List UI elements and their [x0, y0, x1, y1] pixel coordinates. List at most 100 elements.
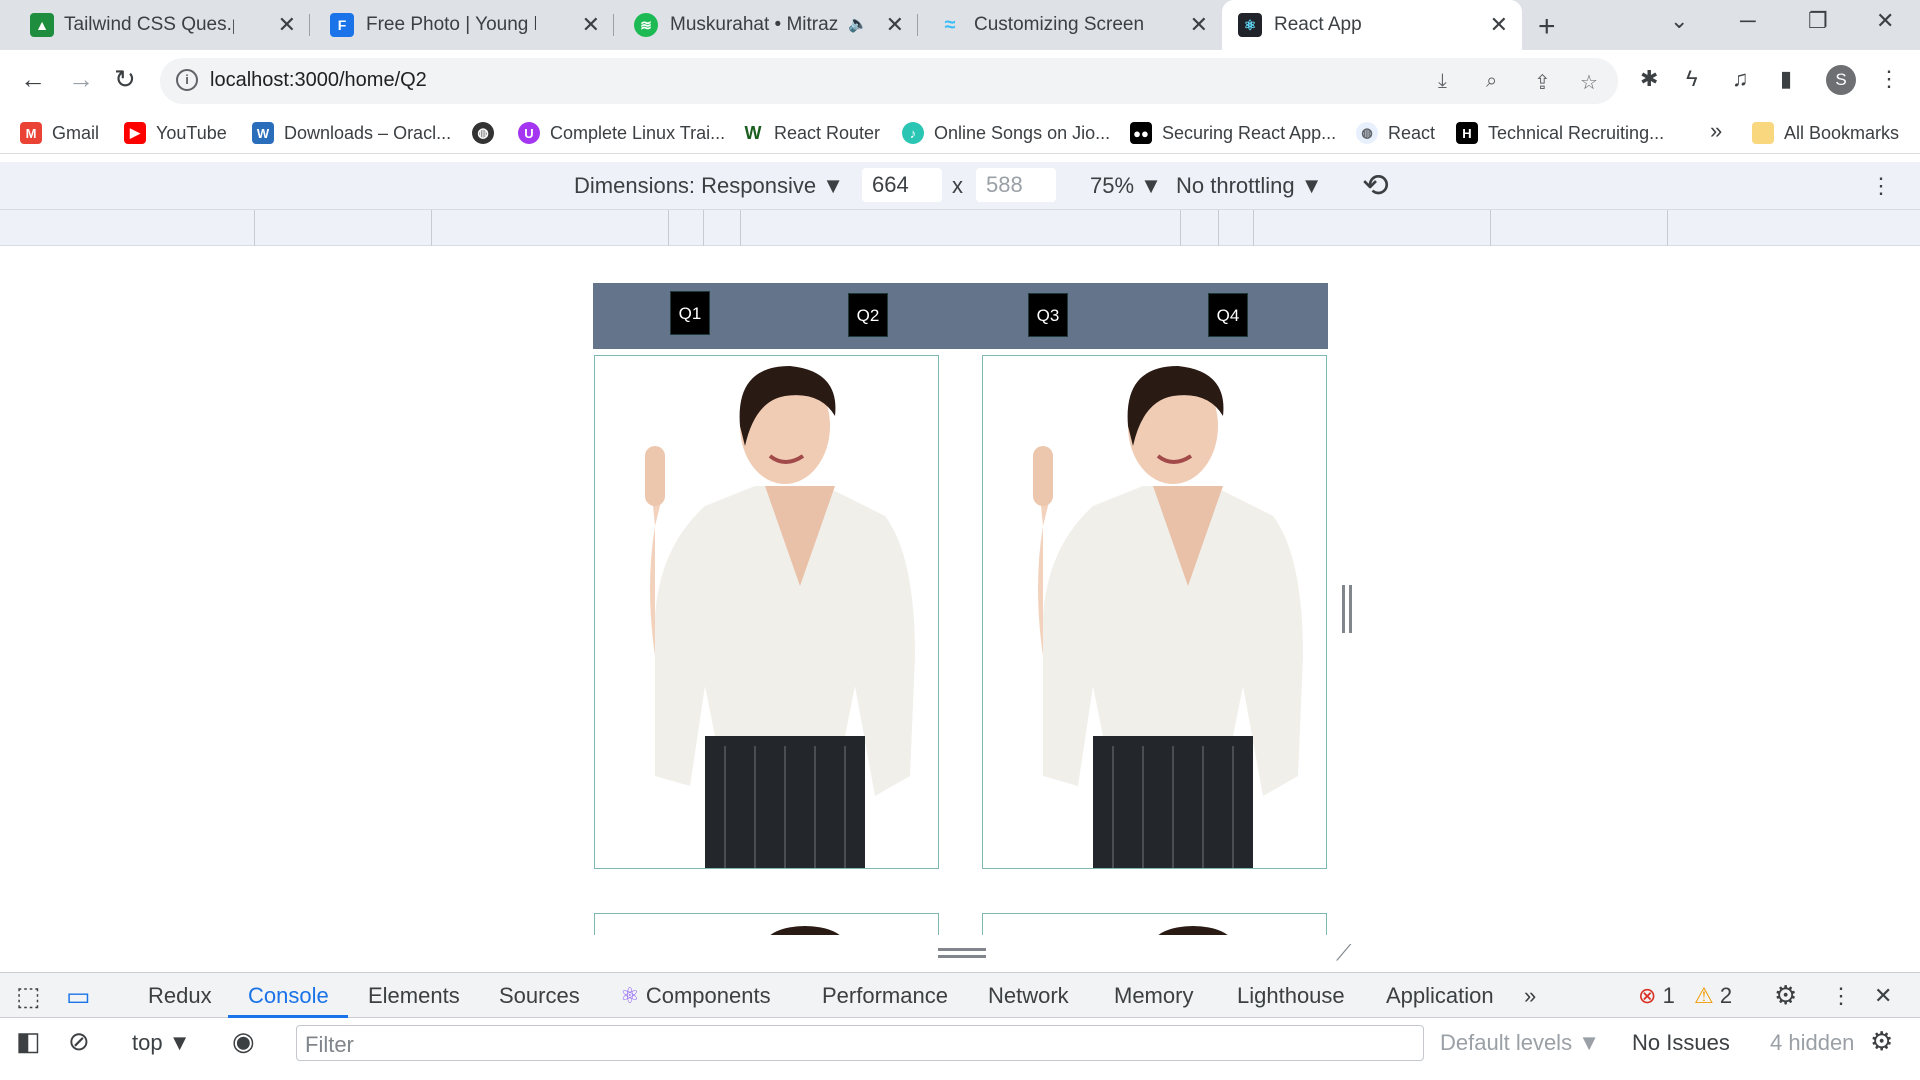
context-select[interactable]: top ▼	[132, 1030, 191, 1056]
tab-redux[interactable]: Redux	[148, 983, 212, 1009]
close-tab-icon[interactable]: ✕	[886, 12, 904, 38]
restore-button[interactable]: ❐	[1808, 8, 1828, 34]
nav-q2-button[interactable]: Q2	[848, 293, 888, 337]
device-toggle-icon[interactable]: ▭	[66, 981, 91, 1012]
close-tab-icon[interactable]: ✕	[1490, 12, 1508, 38]
issues-counter[interactable]: No Issues	[1632, 1030, 1730, 1056]
height-input[interactable]: 588	[976, 168, 1056, 202]
tab-components[interactable]: ⚛ Components	[620, 983, 771, 1009]
profile-avatar[interactable]: S	[1826, 65, 1856, 95]
address-bar[interactable]: i localhost:3000/home/Q2 ⤓ ⌕ ⇪ ☆	[160, 58, 1618, 104]
ruler-tick	[1180, 210, 1181, 246]
image-card	[594, 913, 939, 935]
bookmark-medium[interactable]: ●● Securing React App...	[1130, 122, 1336, 144]
devtools-menu-icon[interactable]: ⋮	[1830, 983, 1852, 1009]
tab-separator	[309, 14, 310, 36]
question-nav: Q1 Q2 Q3 Q4	[593, 283, 1328, 349]
close-tab-icon[interactable]: ✕	[582, 12, 600, 38]
browser-tab-5[interactable]: ⚛ React App ✕	[1222, 0, 1522, 50]
reload-button[interactable]: ↻	[114, 64, 136, 95]
clear-console-icon[interactable]: ⊘	[68, 1026, 90, 1057]
log-levels-select[interactable]: Default levels ▼	[1440, 1030, 1600, 1056]
youtube-icon: ▶	[124, 122, 146, 144]
live-expression-eye-icon[interactable]: ◉	[232, 1026, 255, 1057]
bookmark-react-router[interactable]: W React Router	[742, 122, 881, 144]
console-settings-icon[interactable]: ⚙	[1870, 1026, 1893, 1057]
warning-count[interactable]: ⚠ 2	[1694, 983, 1732, 1009]
width-input[interactable]: 664	[862, 168, 942, 202]
google-drive-icon: ▲	[30, 13, 54, 37]
bookmark-react[interactable]: ◍ React	[1356, 122, 1435, 144]
more-tabs-button[interactable]: »	[1524, 983, 1536, 1009]
bookmark-gmail[interactable]: M Gmail	[20, 122, 99, 144]
inspect-element-icon[interactable]: ⬚	[16, 981, 41, 1012]
dimensions-select[interactable]: Dimensions: Responsive ▼	[574, 173, 844, 199]
sidebar-toggle-icon[interactable]: ◧	[16, 1026, 41, 1057]
nav-q1-button[interactable]: Q1	[670, 291, 710, 335]
tab-search-icon[interactable]: ⌄	[1670, 8, 1688, 34]
site-info-icon[interactable]: i	[176, 69, 198, 91]
performance-icon[interactable]: ϟ	[1686, 66, 1698, 92]
settings-gear-icon[interactable]: ⚙	[1774, 980, 1797, 1011]
install-app-icon[interactable]: ⤓	[1438, 70, 1447, 93]
close-tab-icon[interactable]: ✕	[1190, 12, 1208, 38]
vertical-resize-handle[interactable]	[1342, 585, 1352, 633]
zoom-icon[interactable]: ⌕	[1486, 70, 1497, 93]
side-panel-icon[interactable]: ▮	[1780, 66, 1792, 92]
horizontal-resize-handle[interactable]	[938, 948, 986, 958]
throttling-label: No throttling	[1176, 173, 1295, 198]
bookmark-oracle[interactable]: W Downloads – Oracl...	[252, 122, 451, 144]
device-toolbar-menu-icon[interactable]: ⋮	[1870, 173, 1892, 199]
back-button[interactable]: ←	[20, 64, 46, 95]
bookmarks-overflow-button[interactable]: »	[1710, 118, 1722, 144]
tab-console[interactable]: Console	[248, 983, 329, 1009]
menu-icon[interactable]: ⋮	[1878, 66, 1900, 92]
forward-button[interactable]: →	[68, 64, 94, 95]
browser-tab-1[interactable]: ▲ Tailwind CSS Ques.pdf - G ✕	[0, 0, 310, 50]
media-control-icon[interactable]: ♫	[1732, 66, 1749, 92]
ruler-tick	[668, 210, 669, 246]
browser-tab-3[interactable]: ≋ Muskurahat • Mitraz 🔈 ✕	[616, 0, 918, 50]
bookmark-globe[interactable]: ◍	[472, 122, 504, 144]
tab-sources[interactable]: Sources	[499, 983, 580, 1009]
tab-network[interactable]: Network	[988, 983, 1069, 1009]
rotate-icon[interactable]: ⟲	[1362, 166, 1389, 204]
close-window-button[interactable]: ✕	[1876, 8, 1894, 34]
dropdown-arrow-icon: ▼	[1140, 173, 1162, 198]
tab-lighthouse[interactable]: Lighthouse	[1237, 983, 1345, 1009]
media-query-ruler	[0, 210, 1920, 246]
dropdown-arrow-icon: ▼	[168, 1030, 191, 1055]
extensions-icon[interactable]: ✱	[1640, 66, 1658, 92]
new-tab-button[interactable]: +	[1538, 10, 1556, 44]
minimize-button[interactable]: ─	[1740, 8, 1756, 34]
bookmark-jiosaavn[interactable]: ♪ Online Songs on Jio...	[902, 122, 1110, 144]
bookmark-udemy[interactable]: U Complete Linux Trai...	[518, 122, 725, 144]
browser-tab-4[interactable]: ≈ Customizing Screens - Tai ✕	[920, 0, 1222, 50]
address-url: localhost:3000/home/Q2	[210, 69, 427, 91]
bookmark-hackerrank[interactable]: H Technical Recruiting...	[1456, 122, 1664, 144]
dimension-separator: x	[952, 173, 963, 198]
tab-memory[interactable]: Memory	[1114, 983, 1193, 1009]
tab-label: Components	[645, 983, 771, 1008]
corner-resize-handle[interactable]: ⟋	[1336, 940, 1351, 966]
console-filter-input[interactable]: Filter	[296, 1025, 1424, 1061]
close-devtools-icon[interactable]: ✕	[1874, 983, 1892, 1009]
image-card	[982, 913, 1327, 935]
close-tab-icon[interactable]: ✕	[278, 12, 296, 38]
tab-performance[interactable]: Performance	[822, 983, 948, 1009]
nav-q4-button[interactable]: Q4	[1208, 293, 1248, 337]
zoom-select[interactable]: 75% ▼	[1090, 173, 1162, 199]
ruler-tick	[1667, 210, 1668, 246]
browser-tab-2[interactable]: F Free Photo | Young happy ✕	[312, 0, 614, 50]
all-bookmarks-button[interactable]: All Bookmarks	[1752, 122, 1899, 144]
nav-q3-button[interactable]: Q3	[1028, 293, 1068, 337]
share-icon[interactable]: ⇪	[1534, 70, 1551, 95]
speaker-icon[interactable]: 🔈	[848, 14, 868, 34]
tab-elements[interactable]: Elements	[368, 983, 460, 1009]
tab-application[interactable]: Application	[1386, 983, 1494, 1009]
error-count[interactable]: ⊗ 1	[1638, 983, 1675, 1009]
bookmark-youtube[interactable]: ▶ YouTube	[124, 122, 227, 144]
zoom-label: 75%	[1090, 173, 1135, 198]
throttling-select[interactable]: No throttling ▼	[1176, 173, 1323, 199]
bookmark-star-icon[interactable]: ☆	[1580, 70, 1598, 95]
